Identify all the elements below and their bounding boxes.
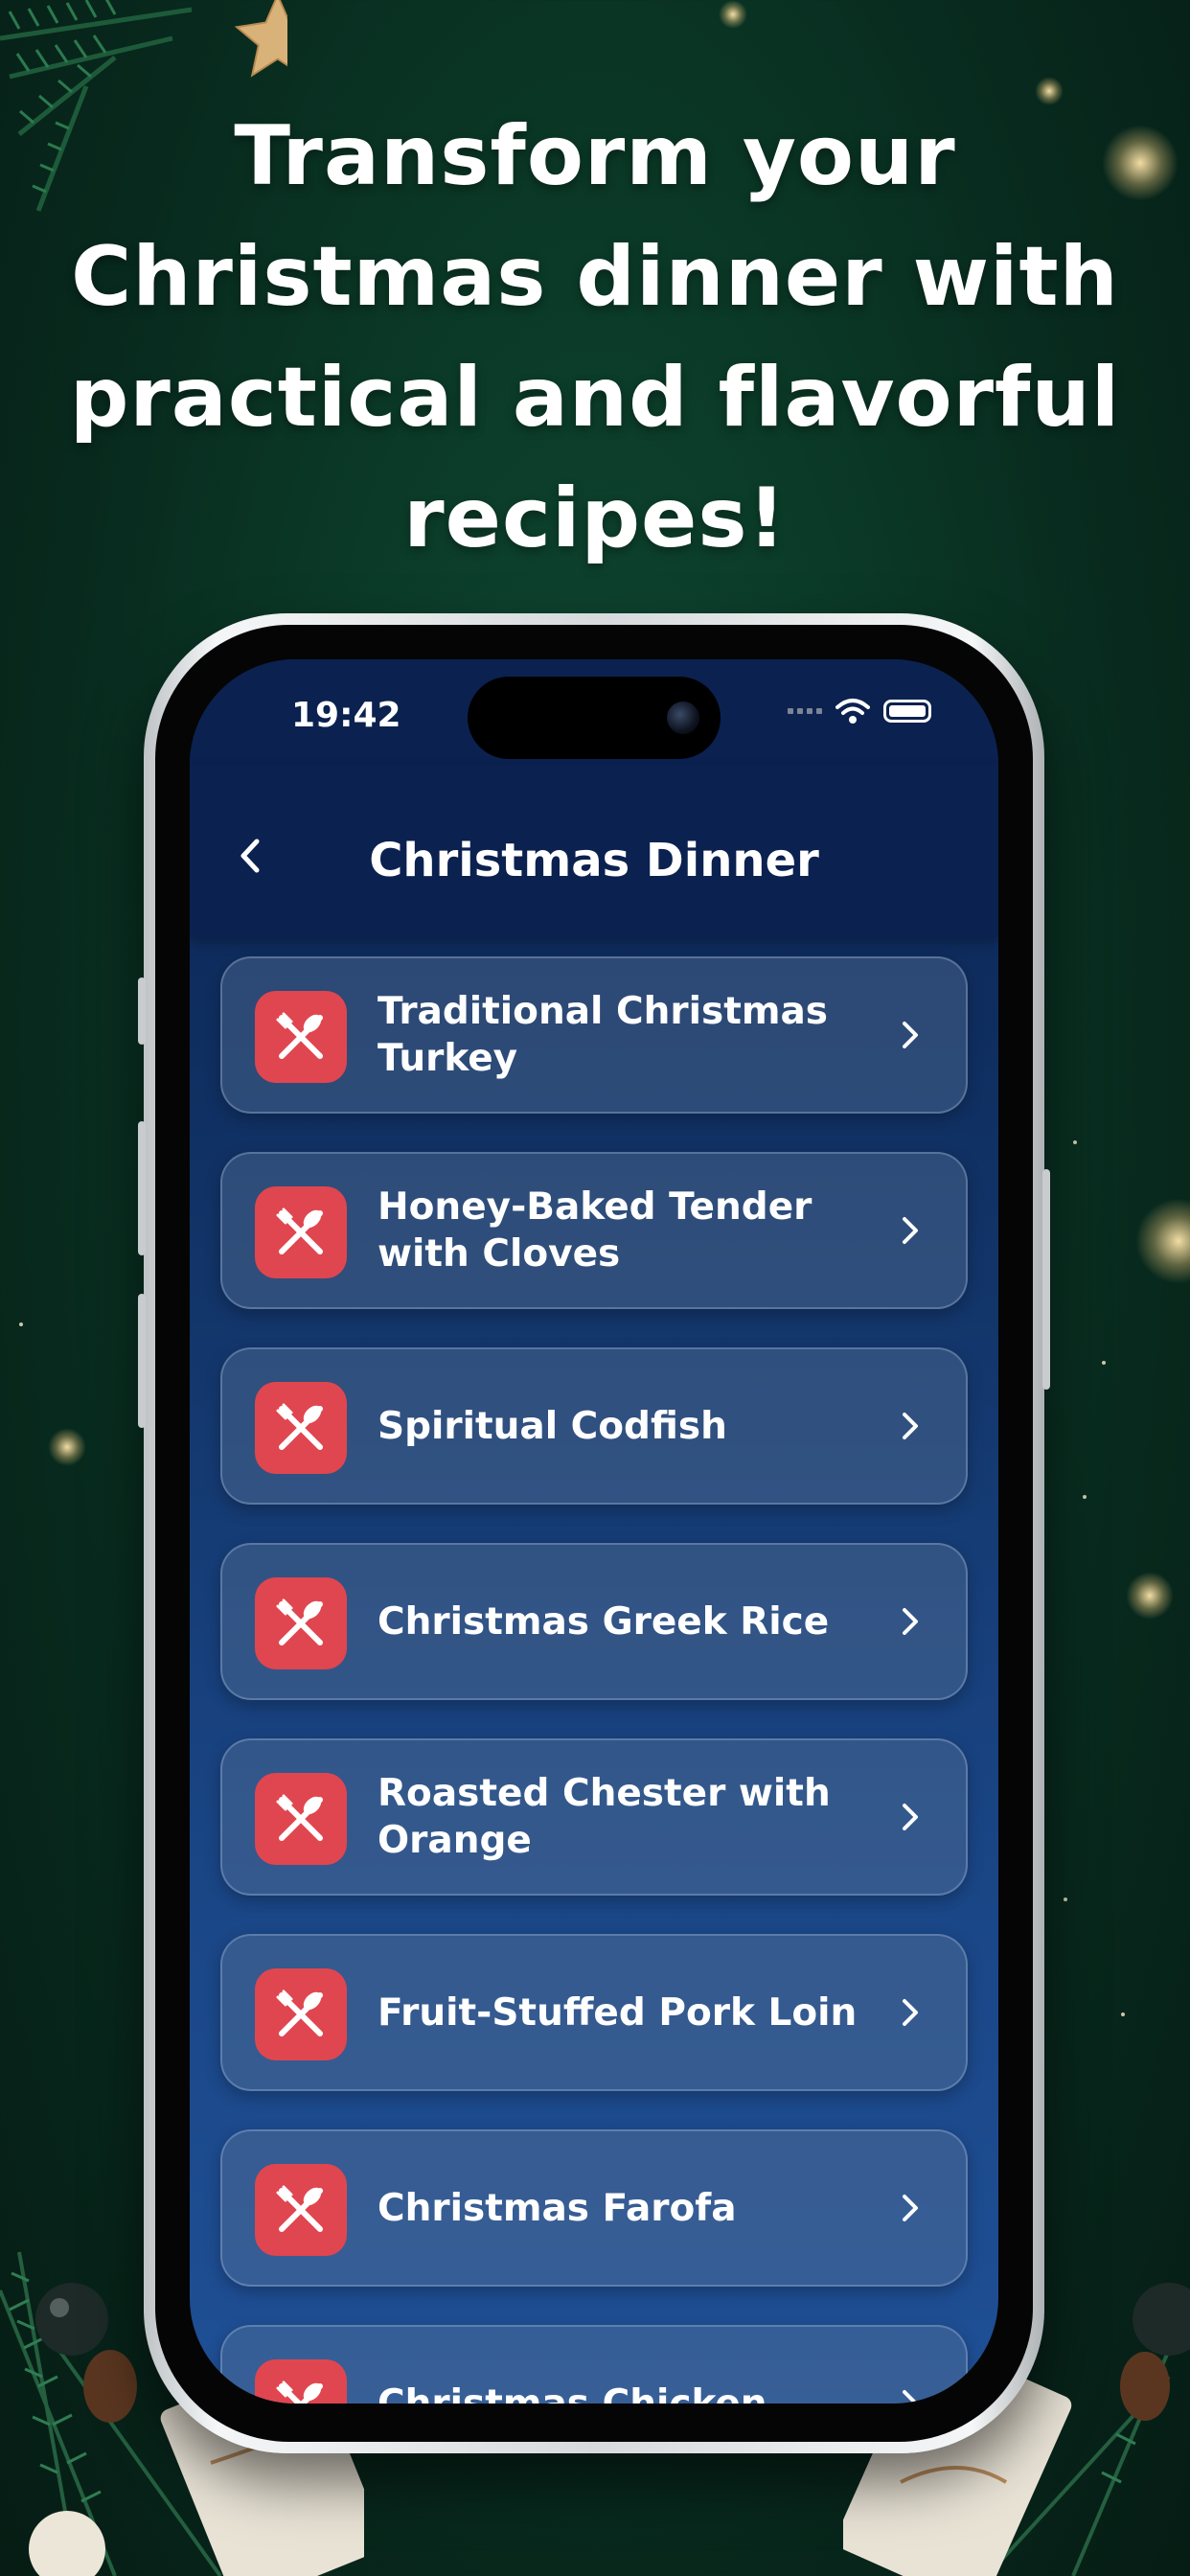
phone-side-button [138,978,146,1045]
sparkle-decoration [1126,1572,1174,1620]
recipe-list-item[interactable]: Traditional Christmas Turkey [220,956,968,1114]
promo-headline: Transform your Christmas dinner with pra… [69,108,1121,566]
chevron-right-icon [903,1999,918,2026]
fork-spoon-icon [255,1577,347,1669]
sparkle-dot [1064,1898,1067,1901]
recipe-title: Honey-Baked Tender with Cloves [378,1185,812,1276]
phone-frame: 19:42 Christmas Dinner Traditional Chris… [138,613,1050,2453]
ornament-ball-icon [35,2283,108,2356]
status-time: 19:42 [291,696,401,735]
fork-spoon-icon [255,1382,347,1474]
sparkle-decoration [719,0,747,29]
star-ornament-icon [234,0,287,78]
recipe-list-item[interactable]: Roasted Chester with Orange [220,1738,968,1896]
phone-volume-up [138,1121,146,1255]
recipe-list-item[interactable]: Christmas Chicken [220,2325,968,2404]
sparkle-dot [1083,1495,1087,1499]
recipe-title: Christmas Greek Rice [378,1599,830,1644]
chevron-right-icon [903,1804,918,1830]
status-bar: 19:42 [190,659,998,765]
fork-spoon-icon [255,1186,347,1278]
recipe-title: Fruit-Stuffed Pork Loin [378,1990,858,2035]
recipe-list-item[interactable]: Spiritual Codfish [220,1347,968,1505]
recipe-list-item[interactable]: Christmas Greek Rice [220,1543,968,1700]
sparkle-dot [1102,1361,1106,1365]
chevron-right-icon [903,1022,918,1048]
sparkle-dot [19,1322,23,1326]
navigation-bar: Christmas Dinner [190,765,998,937]
app-screen: 19:42 Christmas Dinner Traditional Chris… [190,659,998,2404]
fork-spoon-icon [255,991,347,1083]
dynamic-island [468,677,721,759]
chevron-right-icon [903,1608,918,1635]
phone-volume-down [138,1294,146,1428]
chevron-right-icon [903,1413,918,1439]
chevron-right-icon [903,1217,918,1244]
pinecone-icon [1120,2352,1170,2421]
recipe-list: Traditional Christmas Turkey Honey-Baked… [220,956,968,2404]
recipe-title: Roasted Chester with Orange [378,1772,831,1862]
battery-icon [883,700,931,723]
pinecone-icon [83,2350,137,2423]
recipe-title: Christmas Chicken [378,2381,767,2404]
fork-spoon-icon [255,2359,347,2404]
chevron-right-icon [903,2195,918,2221]
sparkle-dot [1121,2012,1125,2016]
chevron-right-icon [903,2390,918,2404]
recipe-list-item[interactable]: Honey-Baked Tender with Cloves [220,1152,968,1309]
fork-spoon-icon [255,1968,347,2060]
ornament-ball-icon [1133,2283,1190,2356]
recipe-list-item[interactable]: Christmas Farofa [220,2129,968,2287]
sparkle-decoration [1135,1198,1190,1284]
nav-title: Christmas Dinner [369,834,819,887]
phone-power-button [1042,1169,1050,1390]
recipe-title: Traditional Christmas Turkey [378,990,828,1080]
recipe-title: Spiritual Codfish [378,1404,727,1448]
fork-spoon-icon [255,2164,347,2256]
sparkle-dot [1073,1140,1077,1144]
camera-icon [667,702,699,734]
fork-spoon-icon [255,1773,347,1865]
recipe-title: Christmas Farofa [378,2186,737,2230]
recipe-list-item[interactable]: Fruit-Stuffed Pork Loin [220,1934,968,2091]
status-icons [788,698,931,724]
sparkle-decoration [48,1428,86,1466]
signal-icon [788,708,822,714]
wifi-icon [835,699,870,724]
